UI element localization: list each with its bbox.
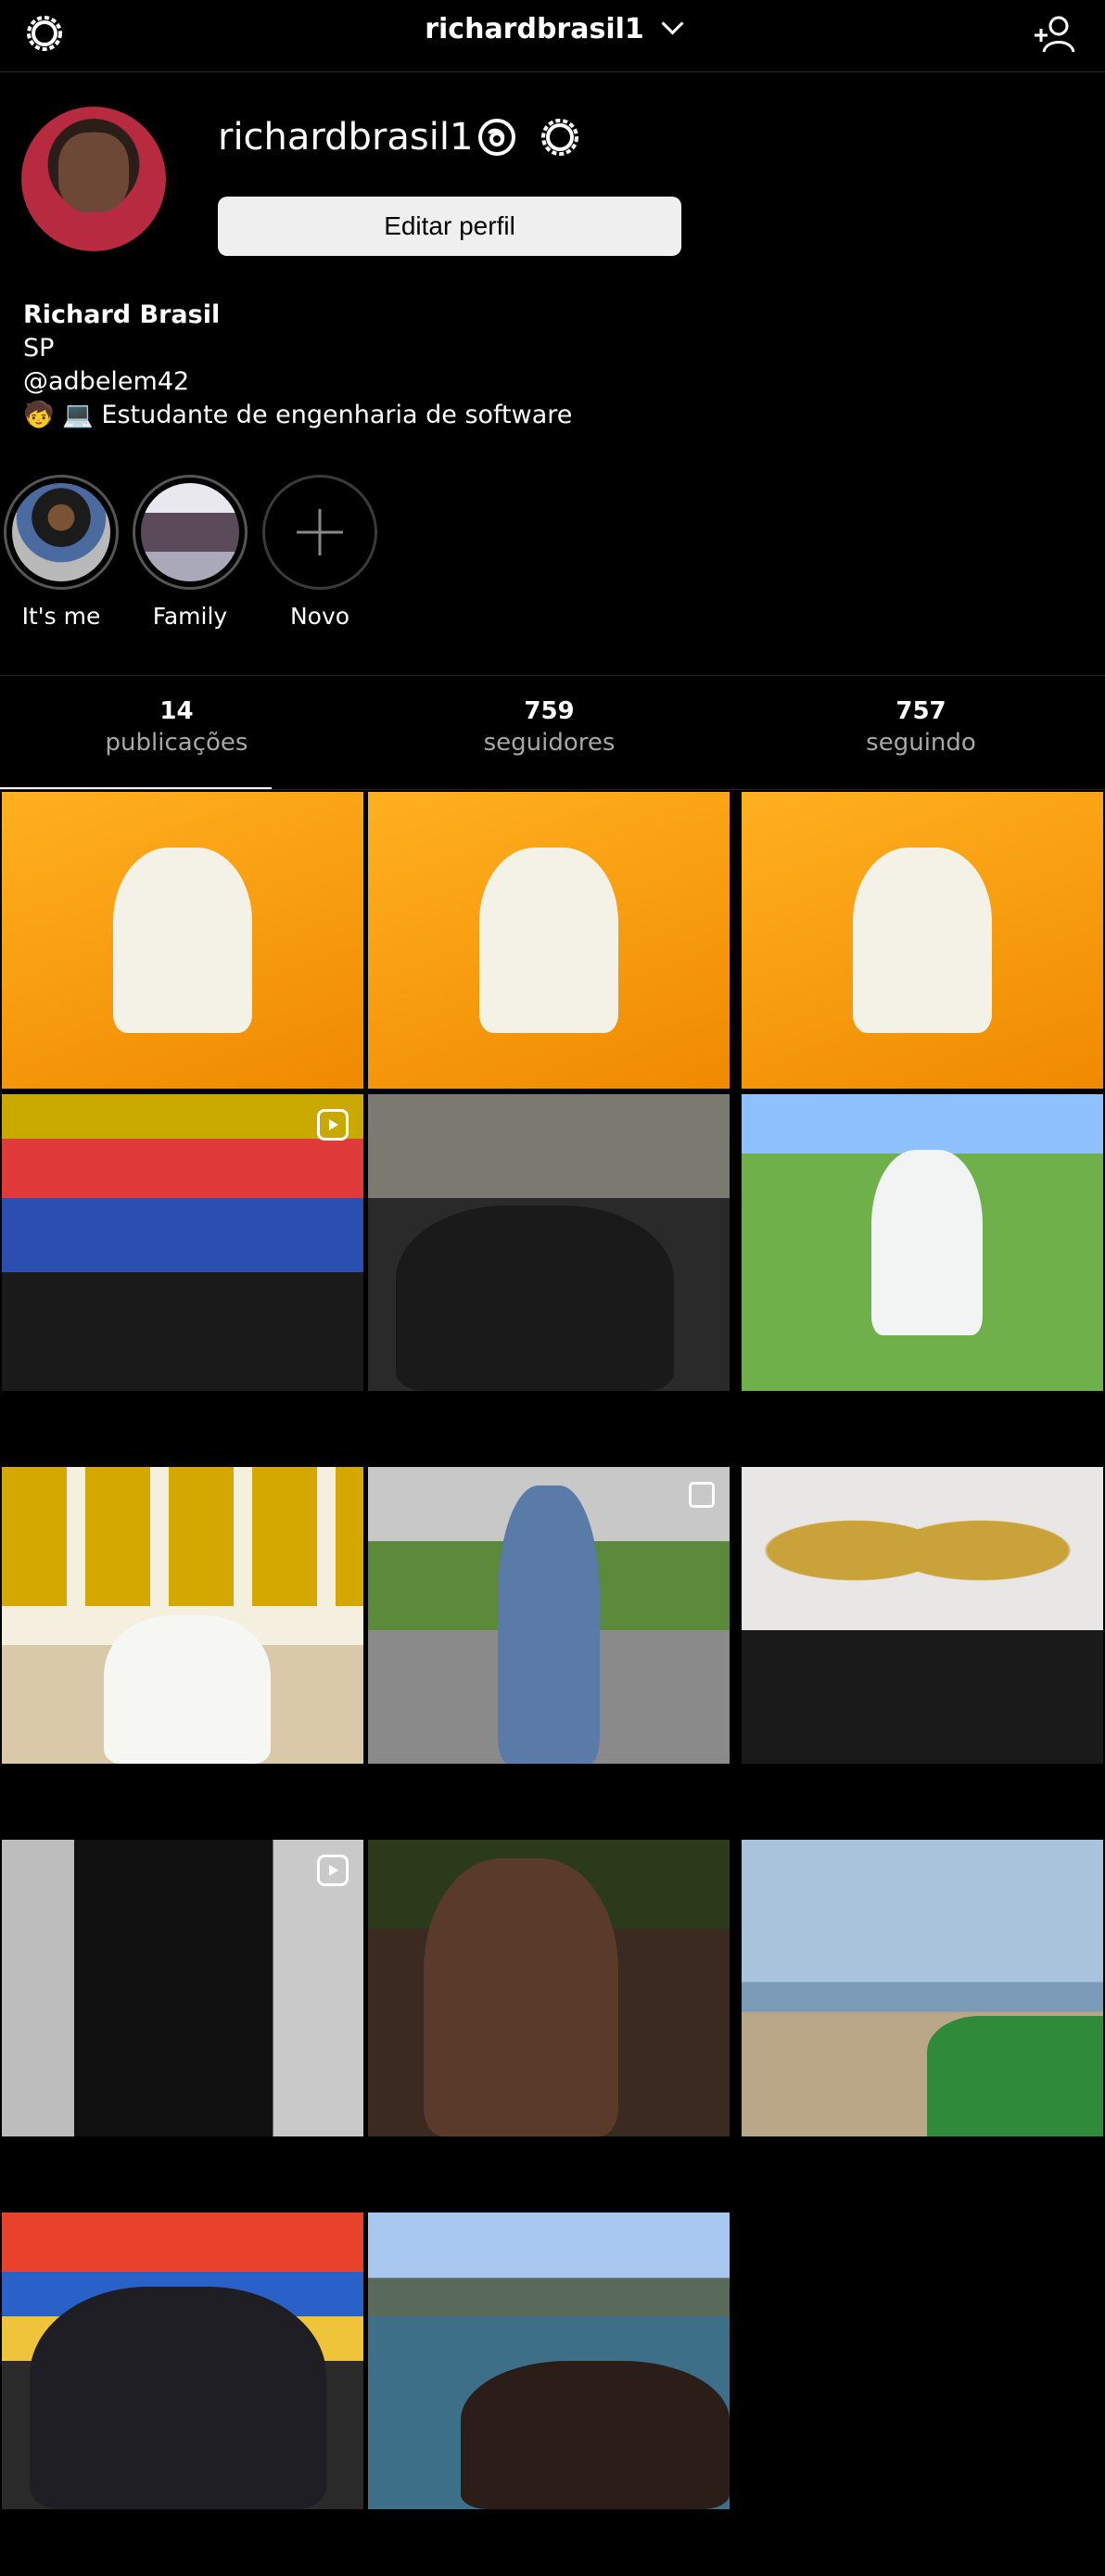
post-thumbnail[interactable] — [742, 792, 1103, 1089]
username-dropdown[interactable]: richardbrasil1 — [0, 12, 1105, 45]
followers-label: seguidores — [483, 729, 616, 757]
bio-location: SP — [23, 334, 55, 363]
edit-profile-button[interactable]: Editar perfil — [218, 197, 681, 256]
highlight-cover — [133, 475, 248, 590]
post-thumbnail[interactable] — [742, 1467, 1103, 1764]
bio: Richard Brasil SP @adbelem42 🧒 💻 Estudan… — [23, 299, 572, 432]
posts-count: 14 — [159, 697, 194, 725]
topbar-username: richardbrasil1 — [425, 13, 644, 45]
post-thumbnail[interactable] — [742, 1840, 1103, 2136]
profile-name: Richard Brasil — [23, 300, 221, 329]
multi-photo-icon — [689, 1482, 715, 1508]
profile-username: richardbrasil1 — [218, 116, 474, 159]
divider — [0, 789, 1105, 790]
highlight-label: It's me — [21, 603, 101, 630]
followers-count: 759 — [524, 697, 575, 725]
post-thumbnail[interactable] — [742, 1094, 1103, 1391]
post-thumbnail[interactable] — [368, 1094, 730, 1391]
post-thumbnail[interactable] — [2, 1840, 363, 2136]
post-thumbnail[interactable] — [2, 2213, 363, 2509]
divider — [0, 675, 1105, 676]
post-thumbnail[interactable] — [2, 1094, 363, 1391]
post-thumbnail[interactable] — [368, 1467, 730, 1764]
highlight-its-me[interactable]: It's me — [4, 475, 119, 630]
plus-icon — [262, 475, 377, 590]
chevron-down-icon — [661, 12, 684, 35]
post-thumbnail[interactable] — [368, 1840, 730, 2136]
reel-icon — [317, 1109, 349, 1141]
highlight-label: Family — [152, 603, 228, 630]
post-thumbnail[interactable] — [368, 2213, 730, 2509]
stat-posts[interactable]: 14 publicações — [0, 697, 361, 757]
stat-following[interactable]: 757 seguindo — [737, 697, 1105, 757]
post-thumbnail[interactable] — [368, 792, 730, 1089]
top-bar: richardbrasil1 — [0, 0, 1105, 72]
highlight-cover — [4, 475, 119, 590]
bio-mention[interactable]: @adbelem42 — [23, 365, 572, 399]
posts-label: publicações — [105, 729, 248, 757]
posts-grid — [0, 792, 1105, 2576]
highlight-family[interactable]: Family — [133, 475, 248, 630]
reel-icon — [317, 1855, 349, 1886]
avatar[interactable] — [21, 107, 166, 251]
following-count: 757 — [895, 697, 946, 725]
post-thumbnail[interactable] — [2, 792, 363, 1089]
threads-icon[interactable] — [471, 111, 523, 163]
gear-icon[interactable] — [534, 111, 586, 163]
stat-followers[interactable]: 759 seguidores — [365, 697, 733, 757]
highlight-label: Novo — [289, 603, 350, 630]
highlight-new[interactable]: Novo — [262, 475, 377, 630]
bio-description: 🧒 💻 Estudante de engenharia de software — [23, 401, 573, 429]
following-label: seguindo — [866, 729, 976, 757]
post-thumbnail[interactable] — [2, 1467, 363, 1764]
add-user-icon[interactable] — [1031, 9, 1083, 61]
